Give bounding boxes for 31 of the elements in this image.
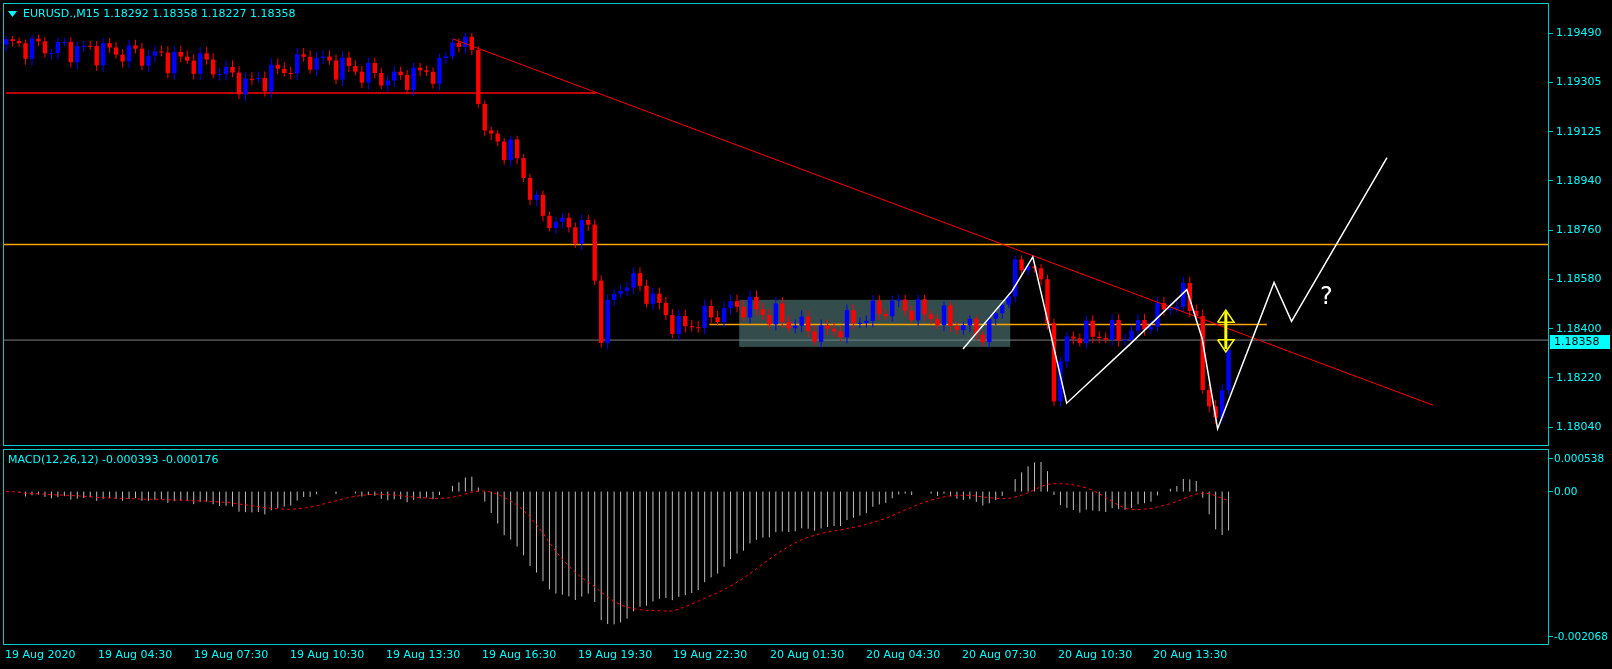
current-price-label: 1.18358 [1550, 334, 1610, 349]
question-mark-label: ? [1320, 284, 1333, 308]
price-label: 1.19305 [1556, 75, 1602, 90]
price-label: 1.18940 [1556, 173, 1602, 188]
price-label: 1.18220 [1556, 370, 1602, 385]
price-label: 1.19490 [1556, 26, 1602, 40]
double-arrow-icon [1216, 308, 1236, 354]
time-label: 19 Aug 10:30 [290, 648, 365, 662]
price-label: 1.19125 [1556, 124, 1602, 139]
macd-value-label: -0.002068 [1554, 629, 1608, 643]
time-label: 20 Aug 10:30 [1058, 648, 1133, 662]
time-label: 19 Aug 07:30 [194, 648, 269, 662]
time-label: 20 Aug 13:30 [1153, 648, 1228, 662]
time-label: 19 Aug 22:30 [673, 648, 748, 662]
macd-value-label: 0.000538 [1554, 451, 1605, 465]
time-label: 19 Aug 04:30 [98, 648, 173, 662]
macd-label: MACD(12,26,12) -0.000393 -0.000176 [8, 452, 219, 468]
chart-title: EURUSD.,M15 1.18292 1.18358 1.18227 1.18358 [23, 6, 296, 22]
price-label: 1.18580 [1556, 272, 1602, 287]
dropdown-triangle-icon[interactable] [8, 11, 17, 18]
time-label: 19 Aug 16:30 [482, 648, 557, 662]
time-label: 20 Aug 07:30 [962, 648, 1037, 662]
price-label: 1.18760 [1556, 223, 1602, 237]
time-label: 20 Aug 04:30 [866, 648, 941, 662]
time-label: 19 Aug 19:30 [578, 648, 653, 662]
time-label: 19 Aug 13:30 [386, 648, 461, 662]
price-label: 1.18400 [1556, 321, 1602, 336]
price-label: 1.18040 [1556, 420, 1602, 434]
time-label: 19 Aug 2020 [5, 648, 76, 662]
macd-value-label: 0.00 [1554, 484, 1578, 498]
time-label: 20 Aug 01:30 [770, 648, 845, 662]
